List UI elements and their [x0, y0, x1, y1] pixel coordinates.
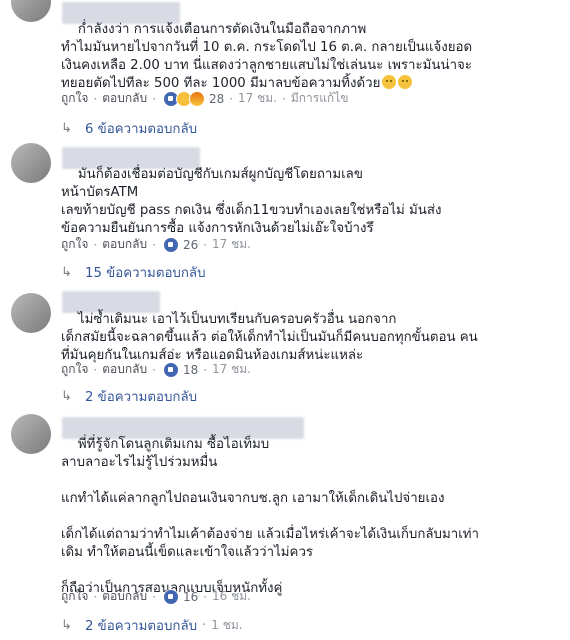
reaction-count[interactable]: 18 — [183, 363, 198, 377]
view-replies-link[interactable]: ↳ 2 ข้อความตอบกลับ · 1 ชม. — [61, 615, 243, 636]
reaction-count[interactable]: 16 — [183, 590, 198, 604]
avatar[interactable] — [11, 143, 51, 183]
comment-actions: ถูกใจ · ตอบกลับ · 28 · 17 ชม. · มีการแก้… — [61, 89, 348, 108]
reply-button[interactable]: ตอบกลับ — [102, 89, 147, 108]
view-replies-link[interactable]: ↳ 15 ข้อความตอบกลับ — [61, 262, 206, 283]
reactions[interactable] — [162, 236, 179, 253]
replies-label[interactable]: 2 ข้อความตอบกลับ — [85, 386, 197, 407]
view-replies-link[interactable]: ↳ 6 ข้อความตอบกลับ — [61, 118, 197, 139]
reply-button[interactable]: ตอบกลับ — [102, 235, 147, 254]
like-button[interactable]: ถูกใจ — [61, 235, 88, 254]
comment-body: มันก็ต้องเชื่อมต่อบัญชีกับเกมส์ผูกบัญชีโ… — [61, 167, 442, 236]
reply-button[interactable]: ตอบกลับ — [102, 587, 147, 606]
timestamp[interactable]: 17 ชม. — [212, 235, 251, 254]
face-emoji-icon — [398, 75, 413, 89]
like-reaction-icon — [162, 588, 179, 605]
timestamp[interactable]: 17 ชม. — [212, 360, 251, 379]
reactions[interactable] — [162, 588, 179, 605]
reaction-count[interactable]: 28 — [209, 92, 224, 106]
replies-label[interactable]: 2 ข้อความตอบกลับ — [85, 615, 197, 636]
comment-body: ไม่ซ้ำเติมนะ เอาไว้เป็นบทเรียนกับครอบครั… — [61, 312, 478, 363]
edited-label[interactable]: มีการแก้ไข — [291, 89, 349, 108]
like-button[interactable]: ถูกใจ — [61, 89, 88, 108]
reply-arrow-icon: ↳ — [61, 121, 72, 136]
avatar[interactable] — [11, 0, 51, 22]
reply-arrow-icon: ↳ — [61, 389, 72, 404]
replies-label[interactable]: 15 ข้อความตอบกลับ — [85, 262, 206, 283]
reactions[interactable] — [162, 90, 205, 107]
reply-arrow-icon: ↳ — [61, 618, 72, 633]
comment-body: พี่ที่รู้จักโดนลูกเติมเกม ซื้อไอเท็มบ ลา… — [61, 437, 480, 596]
comment-actions: ถูกใจ · ตอบกลับ · 16 · 16 ชม. — [61, 587, 251, 606]
comment-3: ไม่ซ้ำเติมนะ เอาไว้เป็นบทเรียนกับครอบครั… — [0, 290, 570, 405]
like-reaction-icon — [162, 236, 179, 253]
timestamp[interactable]: 17 ชม. — [238, 89, 277, 108]
comment-actions: ถูกใจ · ตอบกลับ · 26 · 17 ชม. — [61, 235, 251, 254]
reply-arrow-icon: ↳ — [61, 265, 72, 280]
avatar[interactable] — [11, 293, 51, 333]
reply-button[interactable]: ตอบกลับ — [102, 360, 147, 379]
like-reaction-icon — [162, 361, 179, 378]
reaction-count[interactable]: 26 — [183, 238, 198, 252]
reactions[interactable] — [162, 361, 179, 378]
face-emoji-icon — [382, 75, 397, 89]
comment-2: มันก็ต้องเชื่อมต่อบัญชีกับเกมส์ผูกบัญชีโ… — [0, 140, 570, 290]
angry-reaction-icon — [188, 90, 205, 107]
avatar[interactable] — [11, 414, 51, 454]
comment-1: ก่ำลังงว่า การแจ้งเตือนการตัดเงินในมือถื… — [0, 0, 570, 140]
like-button[interactable]: ถูกใจ — [61, 587, 88, 606]
comment-4: พี่ที่รู้จักโดนลูกเติมเกม ซื้อไอเท็มบ ลา… — [0, 405, 570, 640]
view-replies-link[interactable]: ↳ 2 ข้อความตอบกลับ — [61, 386, 197, 407]
timestamp[interactable]: 16 ชม. — [212, 587, 251, 606]
replies-timestamp[interactable]: 1 ชม. — [211, 616, 242, 635]
comment-actions: ถูกใจ · ตอบกลับ · 18 · 17 ชม. — [61, 360, 251, 379]
like-button[interactable]: ถูกใจ — [61, 360, 88, 379]
replies-label[interactable]: 6 ข้อความตอบกลับ — [85, 118, 197, 139]
